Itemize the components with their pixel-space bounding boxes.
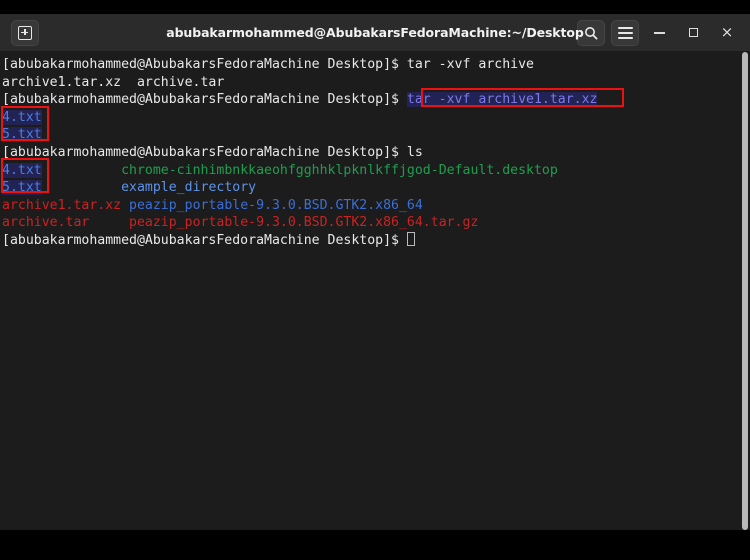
terminal-window: abubakarmohammed@AbubakarsFedoraMachine:… (0, 0, 750, 560)
terminal-text-segment: [abubakarmohammed@AbubakarsFedoraMachine… (2, 233, 407, 248)
terminal-text-segment: peazip_portable-9.3.0.BSD.GTK2.x86_64 (129, 198, 423, 213)
close-icon: × (721, 25, 734, 40)
terminal-text-segment: [abubakarmohammed@AbubakarsFedoraMachine… (2, 145, 407, 160)
plus-square-icon (18, 26, 32, 40)
minimize-icon (654, 32, 665, 34)
terminal-text-segment (42, 180, 121, 195)
terminal-line: archive.tar peazip_portable-9.3.0.BSD.GT… (2, 214, 750, 232)
terminal-text-segment: archive1.tar.xz archive.tar (2, 75, 224, 90)
terminal-cursor (407, 232, 415, 246)
terminal-line: [abubakarmohammed@AbubakarsFedoraMachine… (2, 56, 750, 74)
hamburger-menu-icon (618, 27, 633, 39)
terminal-text-segment (89, 215, 129, 230)
maximize-icon (689, 28, 698, 37)
menu-button[interactable] (611, 20, 639, 46)
title-bar-right-controls: × (574, 20, 750, 46)
terminal-line: archive1.tar.xz peazip_portable-9.3.0.BS… (2, 197, 750, 215)
terminal-text-segment: 5.txt (2, 180, 42, 195)
terminal-text-segment: archive.tar (2, 215, 89, 230)
terminal-text-segment: 4.txt (2, 163, 42, 178)
new-tab-button[interactable] (11, 20, 39, 46)
terminal-line: [abubakarmohammed@AbubakarsFedoraMachine… (2, 232, 750, 250)
terminal-line: [abubakarmohammed@AbubakarsFedoraMachine… (2, 91, 750, 109)
terminal-scrollbar[interactable] (742, 52, 748, 530)
terminal-text-segment: 4.txt (2, 110, 42, 125)
title-bar: abubakarmohammed@AbubakarsFedoraMachine:… (0, 14, 750, 52)
terminal-text-segment: archive1.tar.xz (2, 198, 121, 213)
search-icon (584, 26, 598, 40)
search-button[interactable] (577, 20, 605, 46)
terminal-text-segment: chrome-cinhimbnkkaeohfgghhklpknlkffjgod-… (121, 163, 558, 178)
maximize-button[interactable] (678, 20, 708, 46)
terminal-text-segment: [abubakarmohammed@AbubakarsFedoraMachine… (2, 57, 407, 72)
minimize-button[interactable] (644, 20, 674, 46)
terminal-text-segment: 5.txt (2, 127, 42, 142)
terminal-output[interactable]: [abubakarmohammed@AbubakarsFedoraMachine… (0, 52, 750, 530)
terminal-line: archive1.tar.xz archive.tar (2, 74, 750, 92)
terminal-text-segment: [abubakarmohammed@AbubakarsFedoraMachine… (2, 92, 407, 107)
terminal-text-segment (121, 198, 129, 213)
terminal-text-segment: example_directory (121, 180, 256, 195)
terminal-line: 5.txt example_directory (2, 179, 750, 197)
terminal-line: 5.txt (2, 126, 750, 144)
terminal-text-segment: tar -xvf archive (407, 57, 534, 72)
terminal-line: 4.txt (2, 109, 750, 127)
scrollbar-thumb[interactable] (742, 52, 748, 530)
terminal-text-segment: tar -xvf archive1.tar.xz (407, 92, 598, 107)
terminal-text-segment (42, 163, 121, 178)
title-bar-left-controls (0, 20, 42, 46)
terminal-line: [abubakarmohammed@AbubakarsFedoraMachine… (2, 144, 750, 162)
terminal-text-segment: peazip_portable-9.3.0.BSD.GTK2.x86_64.ta… (129, 215, 478, 230)
close-button[interactable]: × (712, 20, 742, 46)
terminal-line: 4.txt chrome-cinhimbnkkaeohfgghhklpknlkf… (2, 162, 750, 180)
terminal-text-segment: ls (407, 145, 423, 160)
